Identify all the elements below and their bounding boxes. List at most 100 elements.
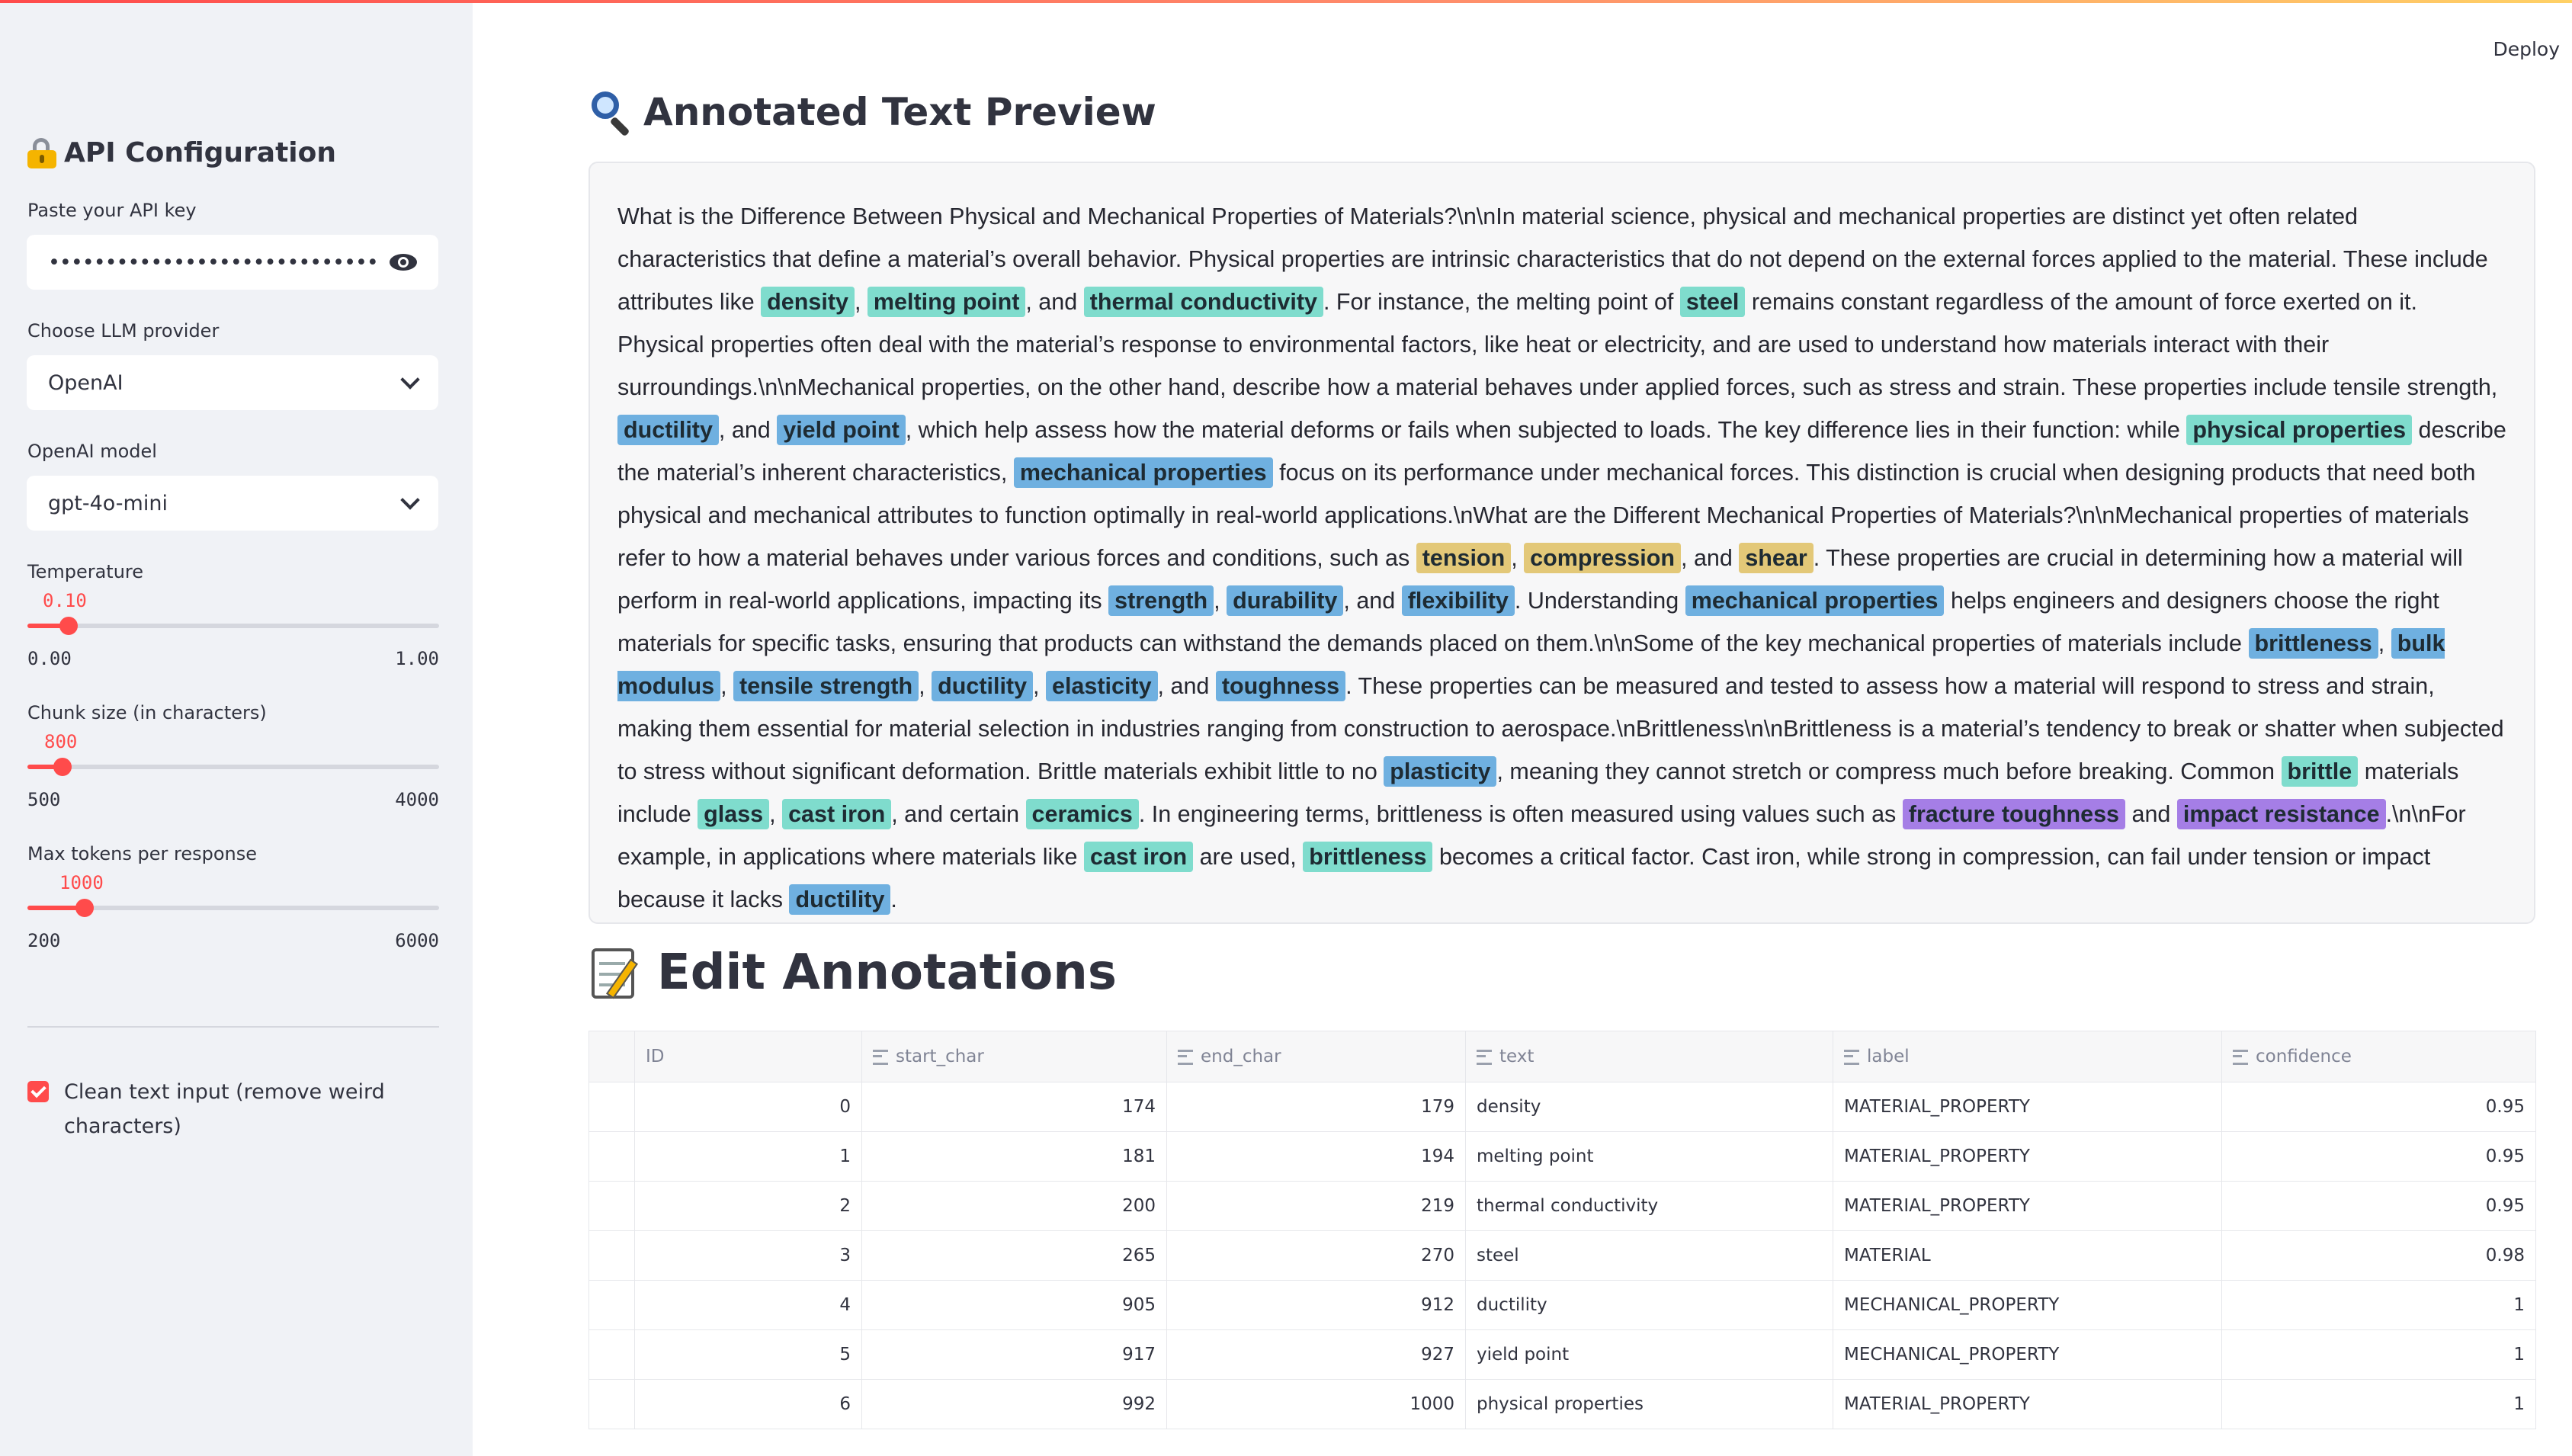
- table-cell[interactable]: 0.95: [2221, 1131, 2536, 1182]
- row-index-cell[interactable]: [588, 1181, 635, 1231]
- table-row[interactable]: 1 181 194 melting point MATERIAL_PROPERTY 0.9…: [588, 1131, 2536, 1182]
- table-cell[interactable]: ductility: [1465, 1280, 1833, 1330]
- table-cell[interactable]: 6: [634, 1379, 862, 1429]
- row-index-header: [588, 1031, 635, 1082]
- table-cell[interactable]: MATERIAL: [1833, 1230, 2222, 1281]
- temperature-min: 0.00: [27, 648, 72, 669]
- table-cell[interactable]: 181: [861, 1131, 1167, 1182]
- entity-highlight: flexibility: [1401, 585, 1515, 616]
- entity-highlight: elasticity: [1045, 671, 1158, 701]
- temperature-slider[interactable]: [27, 617, 439, 635]
- table-cell[interactable]: 1: [634, 1131, 862, 1182]
- entity-highlight: shear: [1739, 543, 1814, 573]
- table-cell[interactable]: 0.95: [2221, 1181, 2536, 1231]
- table-cell[interactable]: 5: [634, 1329, 862, 1380]
- column-header-label[interactable]: label: [1833, 1031, 2222, 1082]
- editable-column-icon: [873, 1049, 888, 1065]
- table-cell[interactable]: MATERIAL_PROPERTY: [1833, 1082, 2222, 1132]
- table-cell[interactable]: MATERIAL_PROPERTY: [1833, 1131, 2222, 1182]
- table-row[interactable]: 0 174 179 density MATERIAL_PROPERTY 0.95: [588, 1082, 2536, 1132]
- column-header-end-char[interactable]: end_char: [1166, 1031, 1466, 1082]
- clean-text-checkbox[interactable]: [27, 1081, 49, 1102]
- column-header-confidence[interactable]: confidence: [2221, 1031, 2536, 1082]
- table-cell[interactable]: MATERIAL_PROPERTY: [1833, 1181, 2222, 1231]
- table-row[interactable]: 4 905 912 ductility MECHANICAL_PROPERTY 1: [588, 1280, 2536, 1330]
- table-cell[interactable]: 1: [2221, 1379, 2536, 1429]
- table-cell[interactable]: 0: [634, 1082, 862, 1132]
- table-cell[interactable]: yield point: [1465, 1329, 1833, 1380]
- temperature-max: 1.00: [395, 648, 439, 669]
- chevron-down-icon: [400, 490, 420, 510]
- table-cell[interactable]: 200: [861, 1181, 1167, 1231]
- deploy-button[interactable]: Deploy: [2493, 38, 2560, 60]
- table-cell[interactable]: MATERIAL_PROPERTY: [1833, 1379, 2222, 1429]
- clean-text-option[interactable]: Clean text input (remove weird character…: [27, 1075, 439, 1143]
- table-cell[interactable]: 174: [861, 1082, 1167, 1132]
- table-cell[interactable]: melting point: [1465, 1131, 1833, 1182]
- table-cell[interactable]: steel: [1465, 1230, 1833, 1281]
- provider-value: OpenAI: [48, 370, 123, 395]
- preview-text: ,: [720, 673, 734, 699]
- show-password-icon[interactable]: [390, 254, 417, 271]
- chunk-size-slider-thumb[interactable]: [53, 758, 72, 776]
- provider-select[interactable]: OpenAI: [27, 355, 438, 410]
- table-cell[interactable]: density: [1465, 1082, 1833, 1132]
- table-cell[interactable]: 0.95: [2221, 1082, 2536, 1132]
- temperature-label: Temperature: [27, 561, 144, 582]
- row-index-cell[interactable]: [588, 1280, 635, 1330]
- table-row[interactable]: 5 917 927 yield point MECHANICAL_PROPERTY 1: [588, 1329, 2536, 1380]
- table-cell[interactable]: 2: [634, 1181, 862, 1231]
- table-cell[interactable]: 270: [1166, 1230, 1466, 1281]
- table-cell[interactable]: 265: [861, 1230, 1167, 1281]
- chunk-size-range: 500 4000: [27, 789, 439, 810]
- max-tokens-slider-thumb[interactable]: [75, 899, 94, 917]
- table-cell[interactable]: 912: [1166, 1280, 1466, 1330]
- table-cell[interactable]: 1: [2221, 1280, 2536, 1330]
- max-tokens-label: Max tokens per response: [27, 843, 257, 864]
- entity-highlight: plasticity: [1384, 756, 1497, 787]
- preview-text: , and: [1343, 588, 1402, 614]
- table-row[interactable]: 6 992 1000 physical properties MATERIAL_PROP…: [588, 1379, 2536, 1429]
- row-index-cell[interactable]: [588, 1230, 635, 1281]
- table-cell[interactable]: 179: [1166, 1082, 1466, 1132]
- row-index-cell[interactable]: [588, 1131, 635, 1182]
- chunk-size-slider[interactable]: [27, 758, 439, 776]
- chevron-down-icon: [400, 370, 420, 390]
- table-cell[interactable]: 927: [1166, 1329, 1466, 1380]
- entity-highlight: strength: [1108, 585, 1214, 616]
- table-cell[interactable]: MECHANICAL_PROPERTY: [1833, 1280, 2222, 1330]
- table-cell[interactable]: 917: [861, 1329, 1167, 1380]
- annotations-table[interactable]: ID start_char end_char text label confidence …: [588, 1031, 2536, 1429]
- entity-highlight: compression: [1524, 543, 1681, 573]
- table-row[interactable]: 3 265 270 steel MATERIAL 0.98: [588, 1230, 2536, 1281]
- magnifying-glass-icon: [588, 90, 633, 137]
- table-cell[interactable]: 905: [861, 1280, 1167, 1330]
- table-cell[interactable]: 3: [634, 1230, 862, 1281]
- model-value: gpt-4o-mini: [48, 491, 168, 515]
- column-header-text[interactable]: text: [1465, 1031, 1833, 1082]
- column-header-id[interactable]: ID: [634, 1031, 862, 1082]
- table-cell[interactable]: 194: [1166, 1131, 1466, 1182]
- table-cell[interactable]: 4: [634, 1280, 862, 1330]
- table-cell[interactable]: 0.98: [2221, 1230, 2536, 1281]
- table-row[interactable]: 2 200 219 thermal conductivity MATERIAL_PROP…: [588, 1181, 2536, 1231]
- row-index-cell[interactable]: [588, 1329, 635, 1380]
- row-index-cell[interactable]: [588, 1379, 635, 1429]
- max-tokens-slider[interactable]: [27, 899, 439, 917]
- table-cell[interactable]: MECHANICAL_PROPERTY: [1833, 1329, 2222, 1380]
- table-cell[interactable]: thermal conductivity: [1465, 1181, 1833, 1231]
- api-key-value: ••••••••••••••••••••••••••••••••••••••••…: [48, 250, 376, 274]
- editable-column-icon: [1178, 1049, 1193, 1065]
- entity-highlight: yield point: [777, 415, 906, 445]
- row-index-cell[interactable]: [588, 1082, 635, 1132]
- table-cell[interactable]: physical properties: [1465, 1379, 1833, 1429]
- table-cell[interactable]: 992: [861, 1379, 1167, 1429]
- model-select[interactable]: gpt-4o-mini: [27, 476, 438, 531]
- column-header-start-char[interactable]: start_char: [861, 1031, 1167, 1082]
- temperature-slider-thumb[interactable]: [59, 617, 78, 635]
- table-cell[interactable]: 219: [1166, 1181, 1466, 1231]
- table-cell[interactable]: 1: [2221, 1329, 2536, 1380]
- table-cell[interactable]: 1000: [1166, 1379, 1466, 1429]
- api-key-input[interactable]: ••••••••••••••••••••••••••••••••••••••••…: [27, 235, 438, 290]
- table-header-row: ID start_char end_char text label confidence: [588, 1031, 2536, 1082]
